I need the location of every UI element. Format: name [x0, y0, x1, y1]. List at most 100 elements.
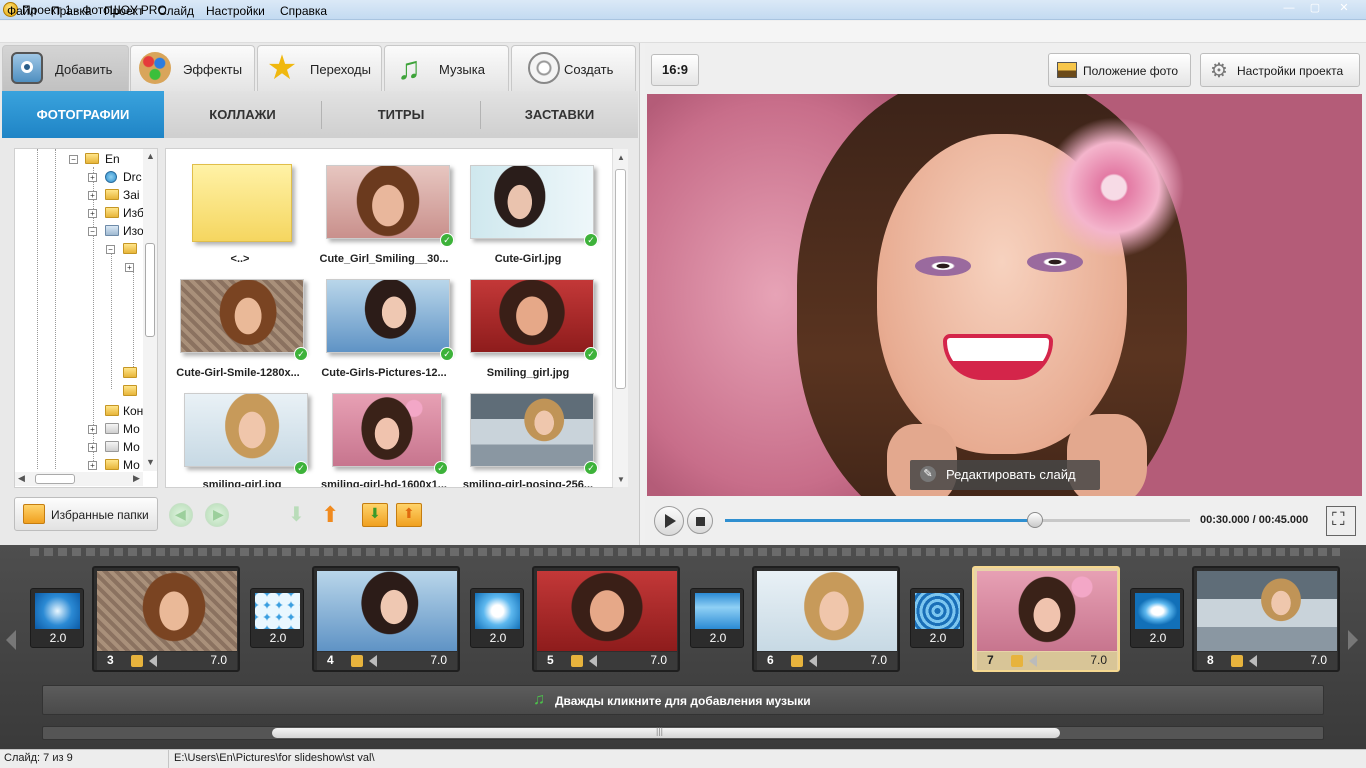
fullscreen-button[interactable]: ⛶: [1326, 506, 1356, 536]
tree-item[interactable]: Заі: [123, 188, 140, 202]
tree-expand-toggle[interactable]: +: [88, 209, 97, 218]
tab-music[interactable]: ♫ Музыка: [384, 45, 509, 91]
tree-item-root[interactable]: En: [105, 152, 120, 166]
timeline-slide[interactable]: 5 7.0: [532, 566, 680, 672]
tree-collapse-toggle[interactable]: −: [88, 227, 97, 236]
transition-item[interactable]: 2.0: [1130, 588, 1184, 648]
tree-collapse-toggle[interactable]: −: [106, 245, 115, 254]
thumbnail[interactable]: ✓ Cute-Girls-Pictures-12...: [312, 265, 456, 379]
edit-slide-button[interactable]: ✎ Редактировать слайд: [910, 460, 1100, 490]
close-button[interactable]: ✕: [1326, 0, 1362, 18]
tree-item[interactable]: Изо: [123, 224, 144, 238]
menu-edit[interactable]: Правка: [51, 4, 92, 18]
thumbnail[interactable]: ✓ Smiling_girl.jpg: [456, 265, 600, 379]
tab-create[interactable]: Создать: [511, 45, 636, 91]
folder-tree[interactable]: − En + Drc + Заі + Изб − Изо − + Кон + М…: [14, 148, 158, 488]
tree-expand-toggle[interactable]: +: [88, 443, 97, 452]
tree-horizontal-scrollbar[interactable]: ◀ ▶: [15, 472, 143, 486]
back-button[interactable]: ◀: [169, 503, 193, 527]
pencil-icon[interactable]: [571, 655, 583, 667]
speaker-icon[interactable]: [809, 655, 817, 667]
speaker-icon[interactable]: [1249, 655, 1257, 667]
subtab-titles[interactable]: ТИТРЫ: [322, 91, 480, 138]
tab-add[interactable]: Добавить: [2, 45, 129, 91]
tree-expand-toggle[interactable]: +: [88, 191, 97, 200]
tree-item[interactable]: Кон: [123, 404, 143, 418]
favorite-folders-button[interactable]: Избранные папки: [14, 497, 158, 531]
maximize-button[interactable]: ▢: [1302, 0, 1328, 18]
thumbnail[interactable]: ✓ Cute-Girl-Smile-1280x...: [166, 265, 310, 379]
scroll-thumb[interactable]: [615, 169, 626, 389]
play-button[interactable]: [654, 506, 684, 536]
project-settings-button[interactable]: ⚙ Настройки проекта: [1200, 53, 1360, 87]
up-folder-button[interactable]: ⬆: [321, 503, 345, 527]
tree-item[interactable]: Мо: [123, 422, 140, 436]
photo-position-button[interactable]: Положение фото: [1048, 53, 1191, 87]
scroll-down-icon[interactable]: ▼: [617, 475, 625, 484]
speaker-icon[interactable]: [589, 655, 597, 667]
thumbnail[interactable]: ✓ smiling-girl-posing-256...: [456, 379, 600, 487]
tree-expand-toggle[interactable]: +: [88, 425, 97, 434]
minimize-button[interactable]: —: [1276, 0, 1302, 18]
menu-file[interactable]: Файл: [7, 4, 37, 18]
subtab-photos[interactable]: ФОТОГРАФИИ: [2, 91, 164, 138]
menu-slide[interactable]: Слайд: [158, 4, 194, 18]
timeline-slide[interactable]: 6 7.0: [752, 566, 900, 672]
scroll-up-icon[interactable]: ▲: [146, 151, 155, 161]
timeline-scroll-right-icon[interactable]: [1348, 630, 1358, 650]
speaker-icon[interactable]: [1029, 655, 1037, 667]
tree-item[interactable]: Изб: [123, 206, 144, 220]
transition-item[interactable]: 2.0: [250, 588, 304, 648]
timeline-scroll-thumb[interactable]: |||: [272, 726, 1060, 738]
transition-item[interactable]: 2.0: [910, 588, 964, 648]
subtab-intros[interactable]: ЗАСТАВКИ: [481, 91, 638, 138]
pencil-icon[interactable]: [1231, 655, 1243, 667]
add-all-button[interactable]: ⬆: [396, 503, 422, 527]
pencil-icon[interactable]: [1011, 655, 1023, 667]
forward-button[interactable]: ▶: [205, 503, 229, 527]
slide-preview[interactable]: [647, 94, 1362, 496]
timeline-slide-selected[interactable]: 7 7.0: [972, 566, 1120, 672]
move-down-button[interactable]: ⬇: [288, 504, 310, 526]
thumbnail[interactable]: ✓ Cute_Girl_Smiling__30...: [312, 151, 456, 265]
tree-item[interactable]: Мо: [123, 458, 140, 472]
menu-help[interactable]: Справка: [280, 4, 327, 18]
tab-transitions[interactable]: ★ Переходы: [257, 45, 382, 91]
scroll-down-icon[interactable]: ▼: [146, 457, 155, 467]
transition-item[interactable]: 2.0: [470, 588, 524, 648]
tree-expand-toggle[interactable]: +: [88, 461, 97, 470]
thumbnail[interactable]: ✓ smiling-girl-hd-1600x1...: [312, 379, 456, 487]
pencil-icon[interactable]: [131, 655, 143, 667]
thumbnail[interactable]: ✓ smiling-girl.jpg: [170, 379, 314, 487]
tree-vertical-scrollbar[interactable]: ▲ ▼: [143, 149, 157, 471]
thumbnail[interactable]: ✓ Cute-Girl.jpg: [456, 151, 600, 265]
tab-effects[interactable]: Эффекты: [130, 45, 255, 91]
thumbnail-parent-folder[interactable]: <..>: [178, 151, 322, 265]
pencil-icon[interactable]: [791, 655, 803, 667]
timeline-slide[interactable]: 8 7.0: [1192, 566, 1340, 672]
transition-item[interactable]: 2.0: [30, 588, 84, 648]
music-track-area[interactable]: ♫ Дважды кликните для добавления музыки: [42, 685, 1324, 715]
tree-item[interactable]: Drc: [123, 170, 142, 184]
tree-expand-toggle[interactable]: +: [125, 263, 134, 272]
photo-grid-scrollbar[interactable]: ▲ ▼: [612, 149, 628, 487]
subtab-collages[interactable]: КОЛЛАЖИ: [164, 91, 321, 138]
timeline-scroll-left-icon[interactable]: [6, 630, 16, 650]
pencil-icon[interactable]: [351, 655, 363, 667]
scroll-left-icon[interactable]: ◀: [18, 473, 25, 484]
speaker-icon[interactable]: [149, 655, 157, 667]
add-folder-button[interactable]: ⬇: [362, 503, 388, 527]
transition-item[interactable]: 2.0: [690, 588, 744, 648]
stop-button[interactable]: [687, 508, 713, 534]
speaker-icon[interactable]: [369, 655, 377, 667]
scroll-up-icon[interactable]: ▲: [617, 153, 625, 162]
timeline-slide[interactable]: 3 7.0: [92, 566, 240, 672]
tree-item[interactable]: Мо: [123, 440, 140, 454]
scroll-thumb[interactable]: [145, 243, 155, 337]
tree-expand-toggle[interactable]: +: [88, 173, 97, 182]
timeline-slide[interactable]: 4 7.0: [312, 566, 460, 672]
scroll-right-icon[interactable]: ▶: [133, 473, 140, 484]
scroll-thumb[interactable]: [35, 474, 75, 484]
aspect-ratio-button[interactable]: 16:9: [651, 54, 699, 86]
menu-project[interactable]: Проект: [104, 4, 144, 18]
